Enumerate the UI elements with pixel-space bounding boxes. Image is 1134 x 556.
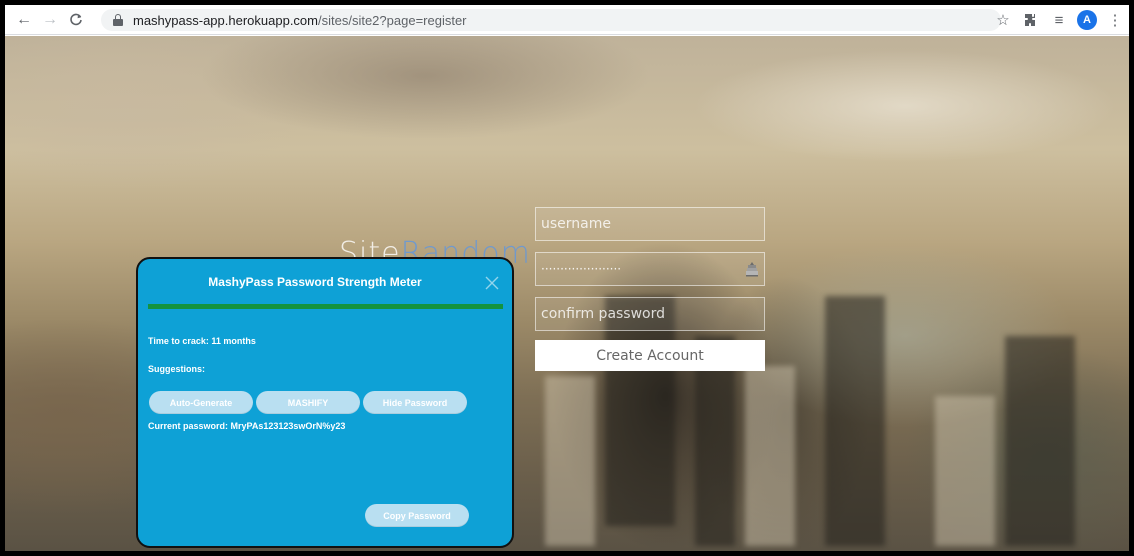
strength-meter-fill <box>148 304 503 309</box>
reload-icon[interactable] <box>63 7 89 33</box>
mashypass-extension-icon[interactable] <box>744 261 760 277</box>
back-icon[interactable]: ← <box>11 7 37 33</box>
suggestions-label: Suggestions: <box>148 364 206 374</box>
close-icon[interactable] <box>484 275 500 291</box>
hide-password-button[interactable]: Hide Password <box>363 391 467 414</box>
menu-icon[interactable]: ⋮ <box>1101 6 1129 34</box>
extensions-icon[interactable] <box>1017 6 1045 34</box>
toolbar-actions: ☆ ≡ A ⋮ <box>989 5 1129 35</box>
lock-icon <box>113 14 123 26</box>
bg-building <box>1005 336 1075 546</box>
time-to-crack: Time to crack: 11 months <box>148 336 256 346</box>
bg-building <box>825 296 885 546</box>
bg-building <box>545 376 595 546</box>
reading-list-icon[interactable]: ≡ <box>1045 6 1073 34</box>
bg-building <box>745 366 795 546</box>
mashypass-popup: MashyPass Password Strength Meter Time t… <box>136 257 514 548</box>
url-text: mashypass-app.herokuapp.com/sites/site2?… <box>133 12 467 28</box>
strength-meter <box>148 304 503 309</box>
auto-generate-button[interactable]: Auto-Generate <box>149 391 253 414</box>
create-account-button[interactable]: Create Account <box>535 340 765 371</box>
star-icon[interactable]: ☆ <box>989 6 1017 34</box>
forward-icon[interactable]: → <box>37 7 63 33</box>
popup-title: MashyPass Password Strength Meter <box>208 275 422 289</box>
mashify-button[interactable]: MASHIFY <box>256 391 360 414</box>
current-password: Current password: MryPAs123123swOrN%y23 <box>148 421 346 431</box>
copy-password-button[interactable]: Copy Password <box>365 504 469 527</box>
browser-window: ← → mashypass-app.herokuapp.com/sites/si… <box>5 5 1129 551</box>
page-viewport: SiteRandom username ····················… <box>5 36 1129 551</box>
bg-building <box>935 396 995 546</box>
password-value: ····················· <box>541 262 622 276</box>
password-input[interactable]: ····················· <box>535 252 765 286</box>
profile-avatar[interactable]: A <box>1077 10 1097 30</box>
username-input[interactable]: username <box>535 207 765 241</box>
browser-toolbar: ← → mashypass-app.herokuapp.com/sites/si… <box>5 5 1129 35</box>
confirm-password-input[interactable]: confirm password <box>535 297 765 331</box>
address-bar[interactable]: mashypass-app.herokuapp.com/sites/site2?… <box>101 9 1001 31</box>
